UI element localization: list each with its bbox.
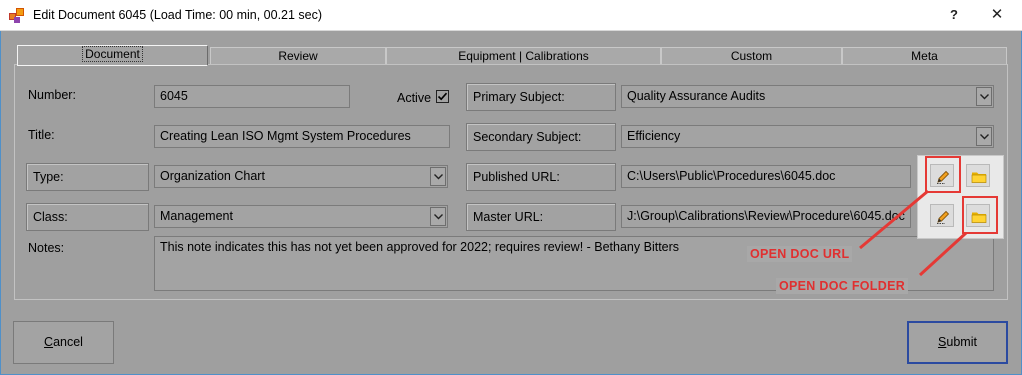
folder-icon (971, 172, 987, 183)
help-button[interactable]: ? (943, 5, 965, 25)
open-doc-url-callout: OPEN DOC URL (747, 246, 853, 262)
window-title: Edit Document 6045 (Load Time: 00 min, 0… (33, 8, 323, 22)
chevron-down-icon[interactable] (430, 167, 446, 186)
secondary-subject-label: Secondary Subject: (466, 123, 616, 151)
number-field[interactable]: 6045 (154, 85, 350, 108)
active-label: Active (397, 91, 432, 105)
notes-label: Notes: (28, 241, 65, 255)
master-url-label: Master URL: (466, 203, 616, 231)
number-label: Number: (28, 88, 76, 102)
class-dropdown-value: Management (160, 209, 233, 223)
annotation-arrows (859, 189, 968, 277)
type-label: Type: (26, 163, 149, 191)
primary-subject-dropdown[interactable]: Quality Assurance Audits (621, 85, 994, 108)
title-label: Title: (28, 128, 55, 142)
primary-subject-label: Primary Subject: (466, 83, 616, 111)
open-published-url-button[interactable] (930, 164, 954, 187)
secondary-subject-dropdown[interactable]: Efficiency (621, 125, 994, 148)
tab-review[interactable]: Review (210, 47, 386, 65)
primary-subject-value: Quality Assurance Audits (627, 89, 766, 103)
tab-strip: Document Review Equipment | Calibrations… (14, 45, 1007, 66)
tab-custom[interactable]: Custom (661, 47, 842, 65)
class-dropdown[interactable]: Management (154, 205, 448, 228)
tab-document[interactable]: Document (17, 45, 208, 66)
tab-meta[interactable]: Meta (842, 47, 1007, 65)
class-label: Class: (26, 203, 149, 231)
cancel-button[interactable]: Cancel (13, 321, 114, 364)
title-field[interactable]: Creating Lean ISO Mgmt System Procedures (154, 125, 450, 148)
submit-button[interactable]: Submit (907, 321, 1008, 364)
open-doc-folder-callout: OPEN DOC FOLDER (776, 278, 909, 294)
published-url-label: Published URL: (466, 163, 616, 191)
app-window-icon (9, 8, 25, 23)
secondary-subject-value: Efficiency (627, 129, 681, 143)
checkmark-icon (437, 92, 448, 101)
type-dropdown-value: Organization Chart (160, 169, 265, 183)
tab-equipment-calibrations[interactable]: Equipment | Calibrations (386, 47, 661, 65)
type-dropdown[interactable]: Organization Chart (154, 165, 448, 188)
chevron-down-icon[interactable] (976, 87, 992, 106)
pencil-icon (937, 170, 950, 184)
chevron-down-icon[interactable] (430, 207, 446, 226)
close-button[interactable]: ✕ (985, 5, 1009, 25)
open-published-folder-button[interactable] (966, 164, 990, 187)
active-checkbox[interactable] (436, 90, 449, 103)
chevron-down-icon[interactable] (976, 127, 992, 146)
